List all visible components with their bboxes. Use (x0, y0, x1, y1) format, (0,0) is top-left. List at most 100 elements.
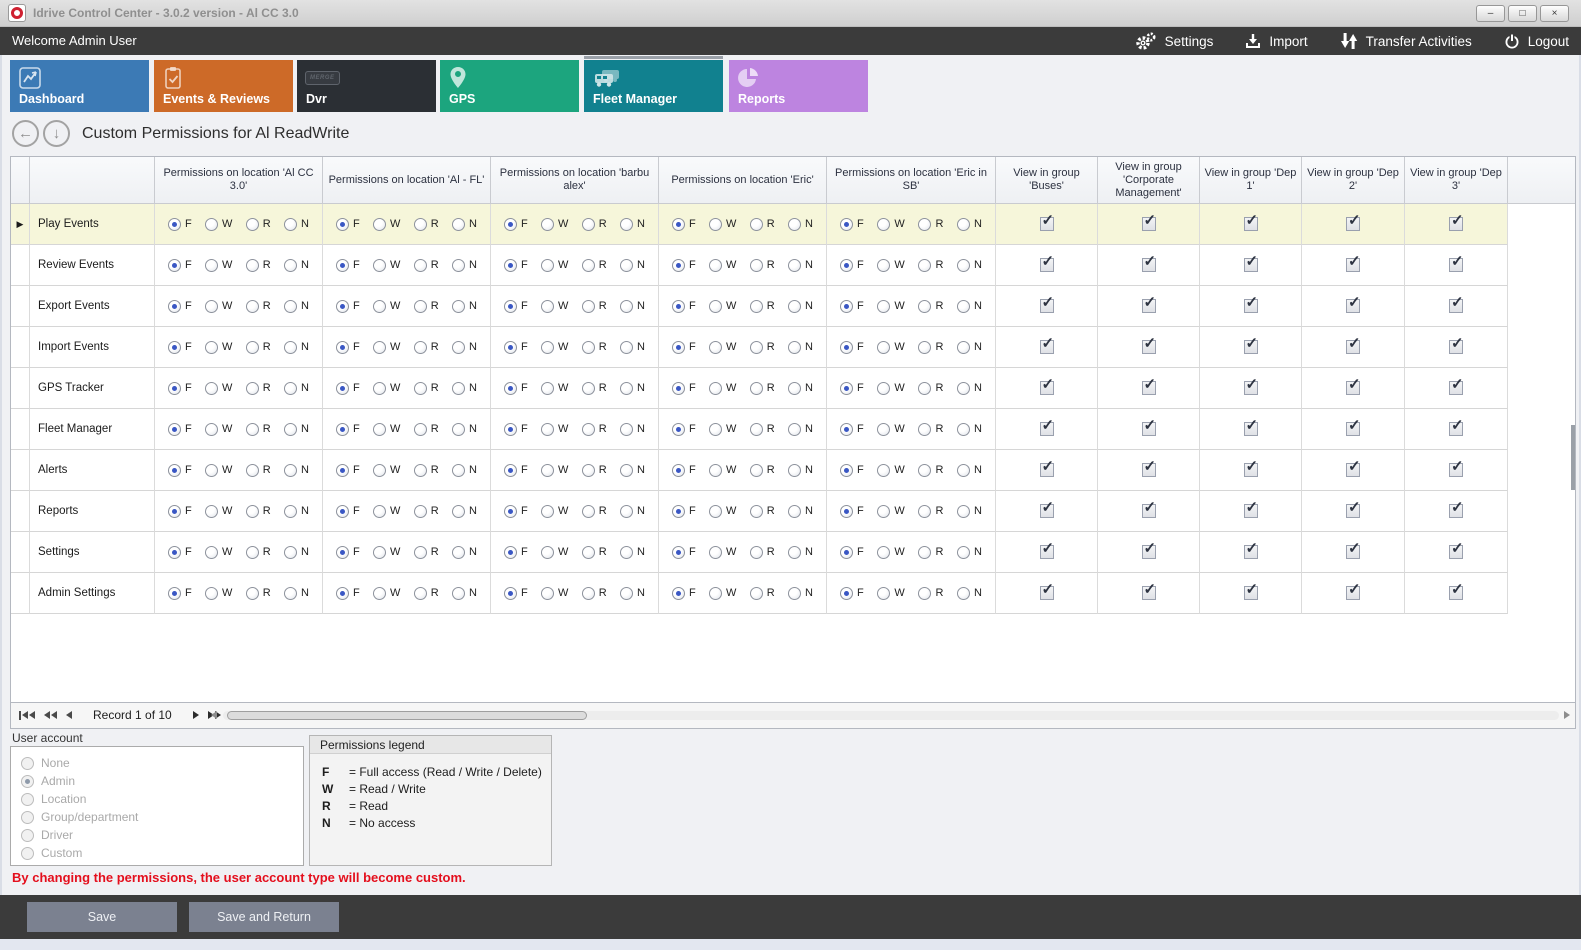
scroll-left-arrow[interactable] (211, 711, 217, 719)
permission-option-r[interactable]: R (582, 218, 607, 231)
permission-option-n[interactable]: N (957, 218, 982, 231)
account-type-option-none[interactable]: None (21, 754, 303, 772)
permission-option-f[interactable]: F (336, 259, 360, 272)
permission-option-n[interactable]: N (957, 505, 982, 518)
radio-f-icon[interactable] (672, 423, 685, 436)
account-radio-icon[interactable] (21, 793, 34, 806)
group-column-header[interactable]: View in group 'Dep 1' (1200, 157, 1302, 204)
radio-f-icon[interactable] (672, 341, 685, 354)
permission-option-w[interactable]: W (877, 218, 904, 231)
view-group-checkbox[interactable]: ✓ (1040, 545, 1054, 559)
permission-option-r[interactable]: R (414, 423, 439, 436)
view-group-checkbox[interactable]: ✓ (1244, 381, 1258, 395)
permission-option-w[interactable]: W (205, 464, 232, 477)
prev-page-button[interactable] (44, 711, 57, 719)
permission-option-r[interactable]: R (246, 218, 271, 231)
view-group-checkbox[interactable]: ✓ (1142, 422, 1156, 436)
permission-option-r[interactable]: R (582, 423, 607, 436)
permission-option-f[interactable]: F (672, 546, 696, 559)
radio-w-icon[interactable] (373, 546, 386, 559)
radio-r-icon[interactable] (582, 423, 595, 436)
permission-option-n[interactable]: N (788, 505, 813, 518)
next-record-button[interactable] (193, 711, 199, 719)
radio-r-icon[interactable] (246, 259, 259, 272)
permission-option-w[interactable]: W (541, 423, 568, 436)
permission-option-f[interactable]: F (672, 505, 696, 518)
permission-option-n[interactable]: N (957, 259, 982, 272)
permission-option-r[interactable]: R (918, 423, 943, 436)
radio-f-icon[interactable] (336, 546, 349, 559)
radio-n-icon[interactable] (620, 546, 633, 559)
permission-option-f[interactable]: F (504, 300, 528, 313)
permission-option-r[interactable]: R (750, 587, 775, 600)
view-group-checkbox[interactable]: ✓ (1142, 504, 1156, 518)
radio-f-icon[interactable] (672, 382, 685, 395)
radio-f-icon[interactable] (840, 382, 853, 395)
permission-option-n[interactable]: N (620, 341, 645, 354)
account-type-option-admin[interactable]: Admin (21, 772, 303, 790)
permission-option-w[interactable]: W (541, 218, 568, 231)
radio-f-icon[interactable] (168, 341, 181, 354)
permission-option-w[interactable]: W (709, 587, 736, 600)
permission-option-w[interactable]: W (541, 300, 568, 313)
radio-w-icon[interactable] (541, 300, 554, 313)
permission-option-f[interactable]: F (504, 341, 528, 354)
permission-option-w[interactable]: W (877, 464, 904, 477)
view-group-checkbox[interactable]: ✓ (1346, 340, 1360, 354)
permission-option-n[interactable]: N (452, 341, 477, 354)
permission-option-r[interactable]: R (582, 505, 607, 518)
radio-n-icon[interactable] (957, 218, 970, 231)
permission-option-r[interactable]: R (750, 341, 775, 354)
radio-r-icon[interactable] (582, 300, 595, 313)
permission-option-w[interactable]: W (877, 382, 904, 395)
permission-option-r[interactable]: R (750, 300, 775, 313)
permission-option-r[interactable]: R (918, 546, 943, 559)
radio-w-icon[interactable] (205, 546, 218, 559)
radio-w-icon[interactable] (709, 218, 722, 231)
permission-option-r[interactable]: R (918, 587, 943, 600)
permission-option-r[interactable]: R (918, 300, 943, 313)
view-group-checkbox[interactable]: ✓ (1142, 381, 1156, 395)
radio-w-icon[interactable] (541, 259, 554, 272)
permission-option-r[interactable]: R (750, 546, 775, 559)
view-group-checkbox[interactable]: ✓ (1040, 340, 1054, 354)
permission-option-n[interactable]: N (620, 218, 645, 231)
radio-f-icon[interactable] (336, 259, 349, 272)
radio-n-icon[interactable] (620, 218, 633, 231)
permission-option-w[interactable]: W (541, 341, 568, 354)
permission-option-n[interactable]: N (788, 341, 813, 354)
radio-r-icon[interactable] (246, 300, 259, 313)
view-group-checkbox[interactable]: ✓ (1040, 217, 1054, 231)
radio-f-icon[interactable] (168, 218, 181, 231)
permission-option-r[interactable]: R (246, 546, 271, 559)
tab-gps[interactable]: GPS (440, 60, 579, 112)
radio-n-icon[interactable] (957, 423, 970, 436)
radio-w-icon[interactable] (877, 587, 890, 600)
radio-w-icon[interactable] (541, 382, 554, 395)
radio-r-icon[interactable] (918, 259, 931, 272)
radio-n-icon[interactable] (284, 505, 297, 518)
permission-option-w[interactable]: W (877, 300, 904, 313)
radio-w-icon[interactable] (541, 546, 554, 559)
radio-r-icon[interactable] (750, 382, 763, 395)
radio-r-icon[interactable] (918, 587, 931, 600)
view-group-checkbox[interactable]: ✓ (1244, 340, 1258, 354)
view-group-checkbox[interactable]: ✓ (1142, 586, 1156, 600)
permission-option-w[interactable]: W (205, 382, 232, 395)
permission-option-f[interactable]: F (168, 505, 192, 518)
radio-w-icon[interactable] (709, 341, 722, 354)
view-group-checkbox[interactable]: ✓ (1142, 258, 1156, 272)
radio-w-icon[interactable] (373, 587, 386, 600)
permission-option-f[interactable]: F (168, 423, 192, 436)
radio-r-icon[interactable] (918, 341, 931, 354)
location-column-header[interactable]: Permissions on location 'barbu alex' (491, 157, 659, 204)
permission-option-f[interactable]: F (840, 505, 864, 518)
radio-w-icon[interactable] (709, 300, 722, 313)
permission-option-r[interactable]: R (582, 382, 607, 395)
permission-option-w[interactable]: W (205, 423, 232, 436)
radio-n-icon[interactable] (620, 423, 633, 436)
radio-f-icon[interactable] (840, 587, 853, 600)
radio-f-icon[interactable] (840, 423, 853, 436)
view-group-checkbox[interactable]: ✓ (1244, 422, 1258, 436)
permission-option-w[interactable]: W (373, 300, 400, 313)
